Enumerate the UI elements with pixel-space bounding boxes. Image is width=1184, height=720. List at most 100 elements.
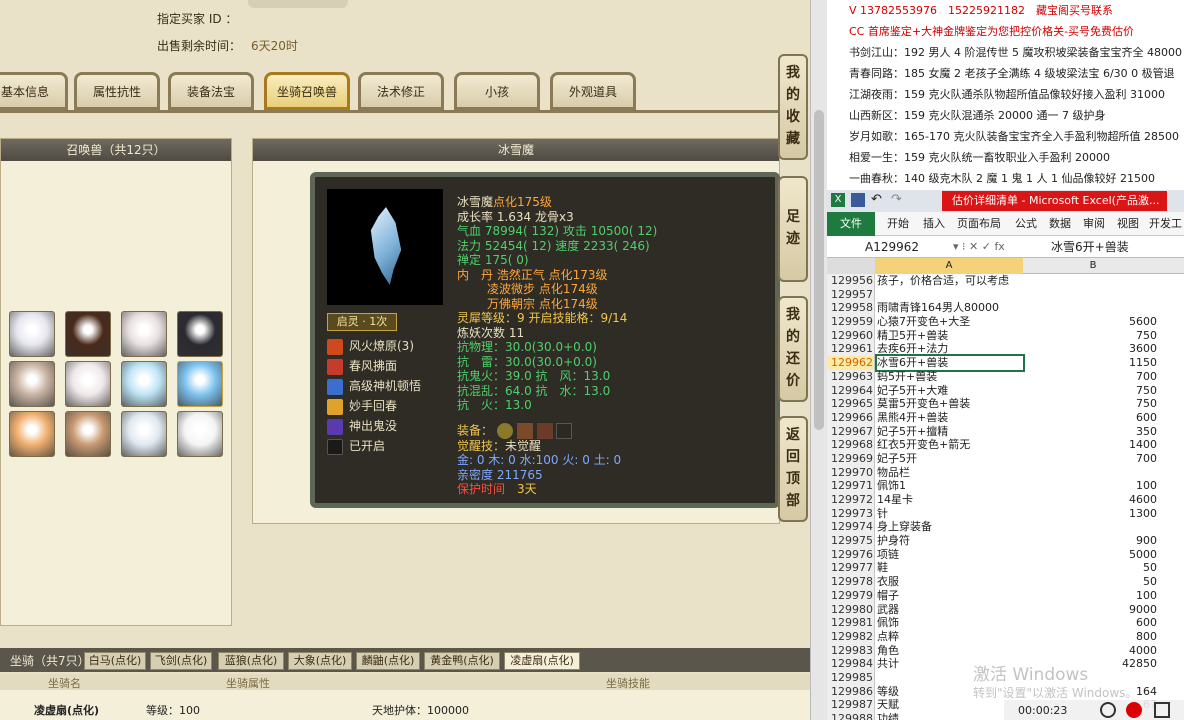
row-number[interactable]: 129981 [827, 616, 875, 630]
cell-b[interactable]: 700 [1023, 452, 1159, 466]
cell-a[interactable]: 护身符 [877, 534, 1023, 548]
pet-slot-12[interactable] [177, 411, 223, 457]
cell-a[interactable]: 冰雪6开+兽装 [875, 354, 1025, 372]
cell-b[interactable]: 50 [1023, 561, 1159, 575]
tab-mounts-pets[interactable]: 坐骑召唤兽 [264, 72, 350, 110]
pet-slot-10[interactable] [65, 411, 111, 457]
equip-gear-icon[interactable] [516, 422, 533, 439]
cell-b[interactable]: 3600 [1023, 342, 1159, 356]
row-number[interactable]: 129977 [827, 561, 875, 576]
cell-a[interactable]: 精卫5开+兽装 [877, 329, 1023, 343]
cell-b[interactable]: 700 [1023, 370, 1159, 384]
mount-tab-3[interactable]: 蓝狼(点化) [218, 652, 284, 670]
cell-a[interactable]: 佩饰 [877, 616, 1023, 630]
cell-a[interactable]: 针 [877, 507, 1023, 521]
cell-b[interactable]: 750 [1023, 384, 1159, 398]
cell-b[interactable]: 350 [1023, 425, 1159, 439]
pet-slot-9[interactable] [9, 411, 55, 457]
cell-b[interactable]: 4600 [1023, 493, 1159, 507]
row-number[interactable]: 129971 [827, 479, 875, 493]
col-b-header[interactable]: B [1023, 258, 1163, 274]
row-number[interactable]: 129983 [827, 643, 875, 658]
cell-a[interactable]: 雨啸青锋164男人80000 [877, 301, 1023, 315]
row-number[interactable]: 129987 [827, 698, 875, 712]
pause-icon[interactable] [1100, 702, 1116, 718]
skill-5[interactable]: 神出鬼没 [327, 417, 397, 435]
cell-b[interactable]: 5600 [1023, 315, 1159, 329]
row-number[interactable]: 129966 [827, 410, 875, 425]
pet-slot-7[interactable] [121, 361, 167, 407]
cell-a[interactable]: 妃子5开 [877, 452, 1023, 466]
cell-a[interactable]: 孩子，价格合适，可以考虑 [877, 274, 1023, 288]
save-icon[interactable] [851, 193, 865, 207]
cell-a[interactable]: 帽子 [877, 589, 1023, 603]
row-number[interactable]: 129967 [827, 424, 875, 439]
row-number[interactable]: 129984 [827, 657, 875, 671]
skill-3[interactable]: 高级神机顿悟 [327, 377, 421, 395]
row-number[interactable]: 129957 [827, 287, 875, 302]
row-number[interactable]: 129959 [827, 315, 875, 329]
tab-appearance[interactable]: 外观道具 [550, 72, 636, 110]
cell-a[interactable]: 佩饰1 [877, 479, 1023, 493]
row-number[interactable]: 129974 [827, 520, 875, 535]
cell-b[interactable]: 100 [1023, 479, 1159, 493]
cell-b[interactable]: 5000 [1023, 548, 1159, 562]
row-number[interactable]: 129982 [827, 629, 875, 644]
equip-orb-icon[interactable] [496, 422, 513, 439]
row-number[interactable]: 129973 [827, 506, 875, 521]
mount-tab-2[interactable]: 飞剑(点化) [150, 652, 212, 670]
row-number[interactable]: 129976 [827, 547, 875, 562]
tab-spell-correction[interactable]: 法术修正 [358, 72, 444, 110]
row-number[interactable]: 129979 [827, 588, 875, 603]
tab-child[interactable]: 小孩 [454, 72, 540, 110]
cell-b[interactable]: 100 [1023, 589, 1159, 603]
my-favorites-button[interactable]: 我的收藏 [778, 54, 808, 160]
cell-a[interactable]: 黑熊4开+兽装 [877, 411, 1023, 425]
cell-b[interactable]: 9000 [1023, 603, 1159, 617]
equip-empty-icon[interactable] [556, 422, 573, 439]
cell-b[interactable]: 50 [1023, 575, 1159, 589]
cell-b[interactable]: 600 [1023, 616, 1159, 630]
row-number[interactable]: 129975 [827, 534, 875, 548]
row-number[interactable]: 129963 [827, 369, 875, 384]
cell-b[interactable]: 750 [1023, 329, 1159, 343]
equip-armor-icon[interactable] [536, 422, 553, 439]
cell-a[interactable]: 红衣5开变色+箭无 [877, 438, 1023, 452]
cell-a[interactable]: 妃子5开+擅精 [877, 425, 1023, 439]
stop-icon[interactable] [1154, 702, 1170, 718]
ribbon-view[interactable]: 视图 [1117, 212, 1139, 236]
ribbon-home[interactable]: 开始 [887, 212, 909, 236]
row-number[interactable]: 129986 [827, 684, 875, 699]
select-all-corner[interactable] [827, 258, 875, 274]
cell-a[interactable]: 妃子5开+大难 [877, 384, 1023, 398]
redo-icon[interactable]: ↷ [891, 192, 902, 207]
pet-slot-5[interactable] [9, 361, 55, 407]
my-offer-button[interactable]: 我的还价 [778, 296, 808, 402]
ribbon-file[interactable]: 文件 [827, 212, 875, 236]
cell-a[interactable]: 衣服 [877, 575, 1023, 589]
ribbon-insert[interactable]: 插入 [923, 212, 945, 236]
browser-scrollbar[interactable] [810, 0, 827, 720]
footprint-button[interactable]: 足迹 [778, 176, 808, 282]
row-number[interactable]: 129972 [827, 493, 875, 507]
mount-tab-5[interactable]: 麟鼬(点化) [356, 652, 420, 670]
mount-tab-1[interactable]: 白马(点化) [84, 652, 146, 670]
cell-b[interactable]: 4000 [1023, 644, 1159, 658]
ribbon-data[interactable]: 数据 [1049, 212, 1071, 236]
ribbon-formulas[interactable]: 公式 [1015, 212, 1037, 236]
row-number[interactable]: 129958 [827, 301, 875, 316]
col-a-header[interactable]: A [875, 258, 1023, 274]
cell-a[interactable]: 身上穿装备 [877, 520, 1023, 534]
formula-input[interactable]: 冰雪6开+兽装 [1051, 236, 1129, 258]
tab-equipment[interactable]: 装备法宝 [168, 72, 254, 110]
skill-2[interactable]: 春风拂面 [327, 357, 397, 375]
pet-slot-6[interactable] [65, 361, 111, 407]
name-box[interactable]: A129962 [865, 236, 945, 258]
tab-basic-info[interactable]: 基本信息 [0, 72, 68, 110]
row-number[interactable]: 129968 [827, 438, 875, 452]
pet-slot-1[interactable] [9, 311, 55, 357]
cell-a[interactable]: 去疾6开+法力 [877, 342, 1023, 356]
mount-tab-4[interactable]: 大象(点化) [288, 652, 352, 670]
cell-b[interactable]: 800 [1023, 630, 1159, 644]
row-number[interactable]: 129970 [827, 465, 875, 480]
